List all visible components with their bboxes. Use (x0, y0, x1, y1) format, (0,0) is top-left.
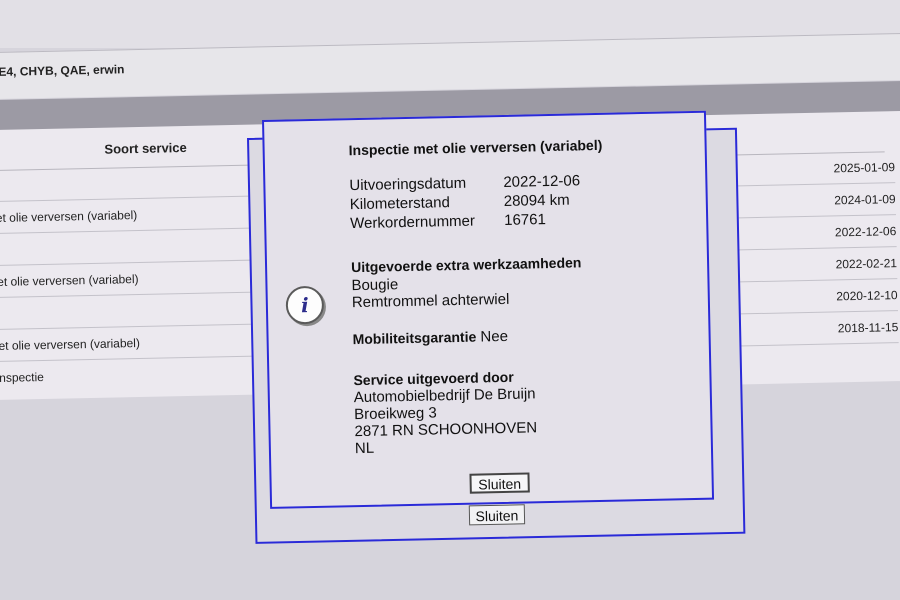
info-icon: i (285, 285, 325, 325)
row-date: 2022-12-06 (834, 224, 897, 240)
row-service-type: et olie verversen (variabel) (0, 208, 138, 225)
close-button[interactable]: Sluiten (469, 472, 530, 494)
column-header-service-type[interactable]: Soort service (104, 140, 187, 157)
row-date: 2025-01-09 (833, 160, 896, 176)
background-close-button[interactable]: Sluiten (468, 504, 526, 526)
row-date: 2020-12-10 (836, 288, 898, 304)
execution-date-label: Uitvoeringsdatum (349, 174, 467, 195)
provider-name: Automobielbedrijf De Bruijn (353, 385, 536, 407)
row-service-type: nspectie (0, 370, 45, 385)
row-service-type: et olie verversen (variabel) (0, 335, 141, 353)
mobility-label: Mobiliteitsgarantie (352, 328, 477, 348)
header-users: E4, CHYB, QAE, erwin (0, 62, 125, 79)
provider-city: 2871 RN SCHOONHOVEN (354, 419, 538, 441)
service-detail-dialog: i Inspectie met olie verversen (variabel… (262, 110, 715, 509)
mobility-value: Nee (480, 327, 509, 346)
mileage-row: Kilometerstand 28094 km (350, 192, 570, 214)
extra-work-item: Bougie (351, 276, 399, 295)
row-date (809, 352, 899, 354)
service-provider-title: Service uitgevoerd door (353, 368, 514, 389)
work-order-row: Werkordernummer 16761 (350, 211, 546, 232)
mileage-value: 28094 km (503, 191, 570, 210)
work-order-label: Werkordernummer (350, 212, 476, 233)
row-date: 2018-11-15 (837, 320, 899, 336)
provider-street: Broeikweg 3 (354, 404, 437, 424)
provider-country: NL (354, 439, 375, 458)
extra-work-title: Uitgevoerde extra werkzaamheden (350, 254, 582, 276)
row-date: 2024-01-09 (834, 192, 896, 208)
mileage-label: Kilometerstand (349, 194, 451, 214)
work-order-value: 16761 (503, 211, 547, 229)
row-service-type: et olie verversen (variabel) (0, 272, 139, 289)
execution-date-value: 2022-12-06 (503, 172, 581, 191)
dialog-title: Inspectie met olie verversen (variabel) (348, 136, 603, 159)
row-date: 2022-02-21 (835, 256, 898, 272)
extra-work-item: Remtrommel achterwiel (351, 290, 510, 312)
execution-date-row: Uitvoeringsdatum 2022-12-06 (349, 172, 580, 194)
mobility-row: Mobiliteitsgarantie Nee (352, 328, 508, 348)
